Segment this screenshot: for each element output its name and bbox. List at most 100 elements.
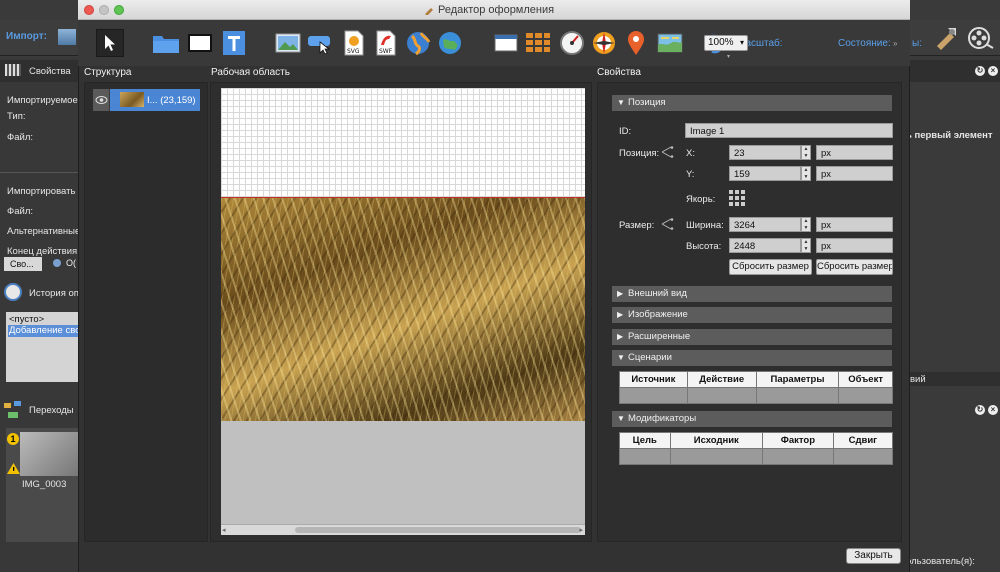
design-canvas[interactable]	[221, 88, 585, 524]
structure-title: Структура	[84, 67, 132, 78]
modifiers-col-source[interactable]: Исходник	[669, 432, 763, 449]
size-label: Размер:	[619, 220, 655, 231]
map-icon[interactable]	[656, 30, 684, 56]
modifiers-col-factor[interactable]: Фактор	[761, 432, 834, 449]
bg-tab-properties[interactable]: Сво...	[4, 257, 42, 271]
anchor-grid-icon[interactable]	[729, 190, 745, 206]
scroll-left-icon[interactable]: ◂	[222, 526, 226, 534]
transition-item-label[interactable]: IMG_0003	[22, 479, 66, 490]
folder-icon[interactable]	[152, 30, 180, 56]
height-unit-select[interactable]: px	[816, 238, 893, 253]
table-row[interactable]	[619, 448, 894, 465]
bg-right-tab[interactable]: вий	[910, 374, 926, 385]
window-close-button[interactable]	[84, 5, 94, 15]
structure-item-label: I... (23,159)	[147, 95, 196, 106]
state-more-icon[interactable]: »	[893, 39, 897, 48]
scenarios-col-action[interactable]: Действие	[686, 371, 757, 388]
modifiers-col-target[interactable]: Цель	[619, 432, 671, 449]
reset-size-button-1[interactable]: Сбросить размер	[729, 259, 812, 275]
film-reel-icon[interactable]	[966, 24, 994, 52]
group-image-header[interactable]: ▶ Изображение	[612, 307, 892, 323]
close-icon[interactable]: ×	[988, 66, 998, 76]
close-icon-2[interactable]: ×	[988, 405, 998, 415]
group-position-header[interactable]: ▼ Позиция	[612, 95, 892, 111]
y-spinner[interactable]: ▲ ▼	[801, 166, 811, 181]
button-icon[interactable]	[306, 30, 334, 56]
svg-icon[interactable]: SVG	[340, 30, 368, 56]
import-image-icon[interactable]	[58, 29, 76, 45]
x-input[interactable]: 23	[729, 145, 801, 160]
group-advanced-label: Расширенные	[628, 331, 691, 342]
scenarios-col-source[interactable]: Источник	[619, 371, 688, 388]
gauge-icon[interactable]	[558, 30, 586, 56]
scrollbar-thumb[interactable]	[295, 527, 581, 533]
refresh-icon[interactable]: ↻	[975, 66, 985, 76]
group-advanced-header[interactable]: ▶ Расширенные	[612, 329, 892, 345]
x-unit-select[interactable]: px	[816, 145, 893, 160]
close-button[interactable]: Закрыть	[846, 548, 901, 564]
scenarios-table[interactable]: Источник Действие Параметры Объект	[619, 371, 893, 404]
map-globe-icon[interactable]	[436, 30, 464, 56]
expanded-arrow-icon: ▼	[617, 353, 625, 362]
canvas-image-element[interactable]	[221, 197, 585, 421]
map-pin-icon[interactable]	[622, 30, 650, 56]
link-size-icon[interactable]	[661, 218, 675, 230]
height-input[interactable]: 2448	[729, 238, 801, 253]
modifiers-col-shift[interactable]: Сдвиг	[832, 432, 894, 449]
y-unit-select[interactable]: px	[816, 166, 893, 181]
rectangle-icon[interactable]	[186, 30, 214, 56]
height-spinner[interactable]: ▲ ▼	[801, 238, 811, 253]
bg-field-file: Файл:	[7, 132, 33, 143]
group-appearance-header[interactable]: ▶ Внешний вид	[612, 286, 892, 302]
width-unit-select[interactable]: px	[816, 217, 893, 232]
scroll-right-icon[interactable]: ▸	[579, 526, 583, 534]
pointer-tool-icon[interactable]	[96, 29, 124, 57]
state-label-tail: ы:	[912, 38, 922, 49]
id-label: ID:	[619, 126, 632, 137]
structure-item-image[interactable]: I... (23,159)	[93, 89, 200, 111]
canvas-grid	[221, 88, 585, 198]
image-icon[interactable]	[274, 30, 302, 56]
scenarios-header-row: Источник Действие Параметры Объект	[619, 371, 893, 388]
text-icon[interactable]	[220, 30, 248, 56]
history-empty-item[interactable]: <пусто>	[9, 314, 44, 325]
transitions-title: Переходы	[29, 405, 74, 416]
zoom-value: 100%	[708, 37, 734, 48]
window-minimize-button[interactable]	[99, 5, 109, 15]
reset-size-button-2[interactable]: Сбросить размер	[816, 259, 893, 275]
width-input[interactable]: 3264	[729, 217, 801, 232]
history-selected-item[interactable]: Добавление сво	[8, 325, 78, 337]
zoom-select[interactable]: 100% ▾	[704, 35, 748, 51]
bg-right-users: ользователь(я):	[906, 556, 975, 567]
width-spinner[interactable]: ▲ ▼	[801, 217, 811, 232]
table-row[interactable]	[619, 387, 893, 404]
group-scenarios-header[interactable]: ▼ Сценарии	[612, 350, 892, 366]
swf-icon[interactable]: SWF	[372, 30, 400, 56]
link-position-icon[interactable]	[661, 146, 675, 158]
tools-icon[interactable]	[932, 24, 960, 52]
group-modifiers-header[interactable]: ▼ Модификаторы	[612, 411, 892, 427]
scenarios-col-object[interactable]: Объект	[838, 371, 893, 388]
refresh-icon-2[interactable]: ↻	[975, 405, 985, 415]
scenarios-col-params[interactable]: Параметры	[755, 371, 840, 388]
properties-tab-label[interactable]: Свойства	[29, 66, 71, 77]
window-zoom-button[interactable]	[114, 5, 124, 15]
window-icon[interactable]	[492, 30, 520, 56]
id-field[interactable]: Image 1	[685, 123, 893, 138]
modifiers-table[interactable]: Цель Исходник Фактор Сдвиг	[619, 432, 894, 465]
bg-tab-other[interactable]: О(	[66, 258, 76, 268]
transition-thumbnail[interactable]	[20, 432, 78, 476]
globe-icon[interactable]	[404, 30, 432, 56]
y-input[interactable]: 159	[729, 166, 801, 181]
x-spinner[interactable]: ▲ ▼	[801, 145, 811, 160]
history-title: История оп	[29, 288, 79, 299]
group-image-label: Изображение	[628, 309, 688, 320]
visibility-toggle[interactable]	[93, 89, 110, 111]
compass-icon[interactable]	[590, 30, 618, 56]
undo-dropdown-icon[interactable]: ▾	[727, 53, 731, 60]
grid-icon[interactable]	[524, 30, 552, 56]
canvas-horizontal-scrollbar[interactable]: ◂ ▸	[221, 524, 585, 535]
state-label: Состояние:	[838, 38, 891, 49]
collapsed-arrow-icon: ▶	[617, 289, 624, 298]
bg-field-alternative: Альтернативные	[7, 226, 81, 237]
